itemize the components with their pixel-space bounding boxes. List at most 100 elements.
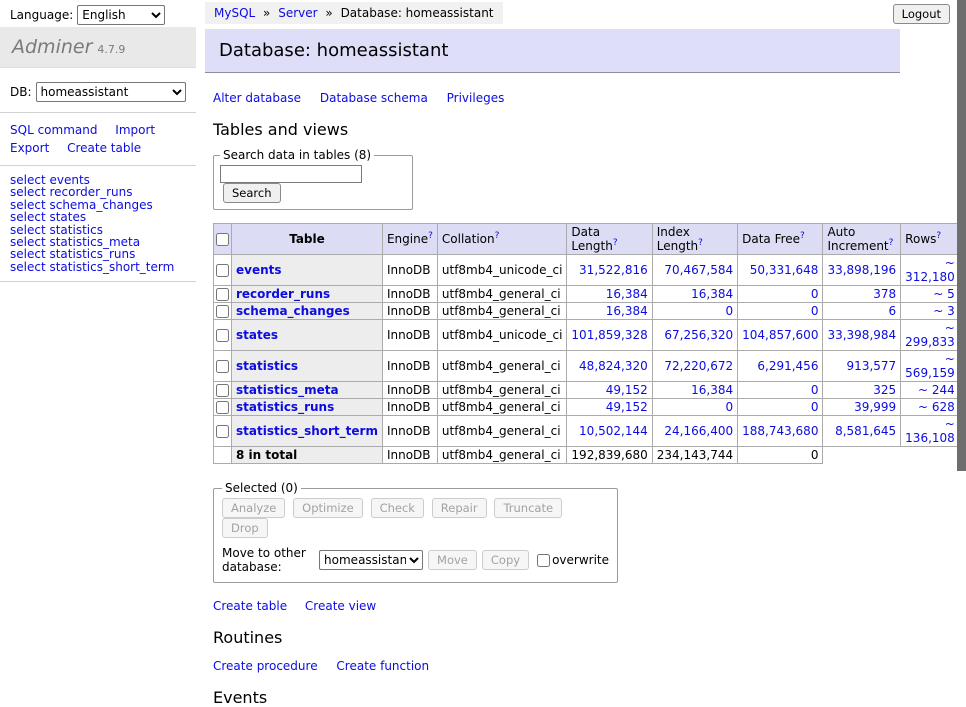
breadcrumb-link-mysql[interactable]: MySQL	[214, 6, 255, 20]
link-privileges[interactable]: Privileges	[447, 91, 505, 105]
data-length-cell: 31,522,816	[567, 255, 652, 286]
help-link-data-free[interactable]: ?	[800, 231, 805, 241]
table-link-statistics[interactable]: statistics	[236, 359, 298, 373]
help-link-auto-increment[interactable]: ?	[889, 238, 894, 248]
table-link-events[interactable]: events	[236, 263, 282, 277]
collation-cell: utf8mb4_general_ci	[437, 303, 567, 320]
help-link-index-length[interactable]: ?	[698, 238, 703, 248]
total-index-length-cell: 234,143,744	[652, 447, 737, 464]
link-create-view[interactable]: Create view	[305, 599, 376, 613]
table-link-statistics_runs[interactable]: statistics_runs	[236, 400, 334, 414]
table-link-statistics_short_term[interactable]: statistics_short_term	[236, 424, 378, 438]
table-name-cell: recorder_runs	[232, 286, 383, 303]
help-link-collation[interactable]: ?	[495, 231, 500, 241]
link-create-function[interactable]: Create function	[336, 659, 429, 673]
index-length-cell: 0	[652, 303, 737, 320]
data-length-cell: 48,824,320	[567, 351, 652, 382]
analyze-button[interactable]: Analyze	[222, 498, 285, 518]
rows-cell: ~ 244	[901, 382, 960, 399]
sidebar-item-select-states[interactable]: select states	[10, 211, 196, 223]
language-label: Language:	[10, 8, 73, 22]
breadcrumb-link-server[interactable]: Server	[278, 6, 317, 20]
truncate-button[interactable]: Truncate	[494, 498, 562, 518]
sidebar-item-select-statistics-short-term[interactable]: select statistics_short_term	[10, 261, 196, 273]
sidebar-item-select-statistics-runs[interactable]: select statistics_runs	[10, 248, 196, 260]
move-button[interactable]: Move	[428, 550, 477, 570]
row-checkbox-schema_changes[interactable]	[216, 305, 229, 318]
optimize-button[interactable]: Optimize	[293, 498, 363, 518]
select-all-cell	[214, 224, 232, 255]
collation-cell: utf8mb4_general_ci	[437, 351, 567, 382]
link-alter-database[interactable]: Alter database	[213, 91, 301, 105]
help-link-data-length[interactable]: ?	[613, 238, 618, 248]
auto-increment-cell: 39,999	[823, 399, 901, 416]
repair-button[interactable]: Repair	[432, 498, 487, 518]
row-checkbox-events[interactable]	[216, 264, 229, 277]
scrollbar-thumb[interactable]	[957, 0, 966, 471]
empty-cell	[901, 447, 960, 464]
row-checkbox-cell	[214, 382, 232, 399]
row-checkbox-cell	[214, 351, 232, 382]
column-label: Table	[289, 232, 325, 246]
link-create-table[interactable]: Create table	[213, 599, 287, 613]
language-select[interactable]: English	[77, 5, 165, 25]
copy-button[interactable]: Copy	[482, 550, 529, 570]
table-row: schema_changesInnoDButf8mb4_general_ci16…	[214, 303, 966, 320]
table-row: recorder_runsInnoDButf8mb4_general_ci16,…	[214, 286, 966, 303]
data-length-cell: 10,502,144	[567, 416, 652, 447]
drop-button[interactable]: Drop	[222, 518, 268, 538]
search-legend: Search data in tables (8)	[220, 148, 374, 162]
link-create-procedure[interactable]: Create procedure	[213, 659, 318, 673]
row-checkbox-recorder_runs[interactable]	[216, 288, 229, 301]
sidebar-link-import[interactable]: Import	[115, 123, 155, 137]
search-fieldset: Search data in tables (8) Search	[213, 148, 413, 210]
collation-cell: utf8mb4_general_ci	[437, 399, 567, 416]
table-name-cell: statistics_short_term	[232, 416, 383, 447]
sidebar-link-create-table[interactable]: Create table	[67, 141, 141, 155]
move-db-select[interactable]: homeassistant	[319, 550, 423, 570]
sidebar-item-select-recorder-runs[interactable]: select recorder_runs	[10, 186, 196, 198]
selected-fieldset: Selected (0) Analyze Optimize Check Repa…	[213, 481, 618, 583]
table-link-recorder_runs[interactable]: recorder_runs	[236, 287, 330, 301]
row-checkbox-states[interactable]	[216, 329, 229, 342]
help-link-engine[interactable]: ?	[428, 231, 433, 241]
column-label: Auto Increment	[827, 225, 888, 253]
row-checkbox-statistics_short_term[interactable]	[216, 425, 229, 438]
check-button[interactable]: Check	[371, 498, 424, 518]
overwrite-checkbox[interactable]	[537, 554, 550, 567]
row-checkbox-statistics_meta[interactable]	[216, 384, 229, 397]
table-link-states[interactable]: states	[236, 328, 278, 342]
search-button[interactable]: Search	[223, 183, 281, 203]
column-label: Collation	[442, 232, 495, 246]
select-all-checkbox[interactable]	[216, 233, 229, 246]
table-link-statistics_meta[interactable]: statistics_meta	[236, 383, 339, 397]
sidebar-link-export[interactable]: Export	[10, 141, 49, 155]
row-checkbox-statistics[interactable]	[216, 360, 229, 373]
db-select[interactable]: homeassistant	[36, 82, 186, 102]
column-label: Engine	[387, 232, 428, 246]
scrollbar-track[interactable]	[957, 0, 966, 543]
column-label: Data Length	[571, 225, 612, 253]
rows-cell: ~ 3	[901, 303, 960, 320]
total-collation-cell: utf8mb4_general_ci	[437, 447, 567, 464]
search-input[interactable]	[220, 165, 362, 183]
row-checkbox-statistics_runs[interactable]	[216, 401, 229, 414]
main-content: MySQL » Server » Database: homeassistant…	[205, 0, 905, 707]
table-row: statistics_runsInnoDButf8mb4_general_ci4…	[214, 399, 966, 416]
column-header-rows: Rows?	[901, 224, 960, 255]
sidebar-link-sql-command[interactable]: SQL command	[10, 123, 97, 137]
index-length-cell: 72,220,672	[652, 351, 737, 382]
rows-cell: ~ 628	[901, 399, 960, 416]
overwrite-label: overwrite	[552, 553, 609, 567]
table-name-cell: events	[232, 255, 383, 286]
link-database-schema[interactable]: Database schema	[320, 91, 428, 105]
rows-cell: ~ 312,180	[901, 255, 960, 286]
rows-cell: ~ 5	[901, 286, 960, 303]
breadcrumb-separator: »	[325, 6, 332, 20]
help-link-rows[interactable]: ?	[936, 231, 941, 241]
table-link-schema_changes[interactable]: schema_changes	[236, 304, 350, 318]
engine-cell: InnoDB	[382, 303, 437, 320]
data-length-cell: 16,384	[567, 286, 652, 303]
table-row: statistics_short_termInnoDButf8mb4_gener…	[214, 416, 966, 447]
data-length-cell: 49,152	[567, 382, 652, 399]
